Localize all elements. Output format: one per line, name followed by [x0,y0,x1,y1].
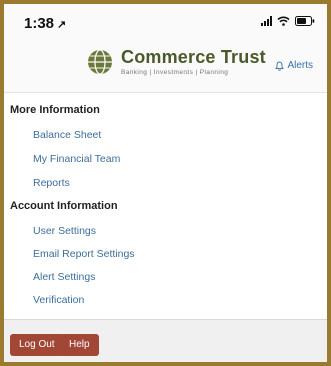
menu-item-reports[interactable]: Reports [33,177,70,189]
menu-panel: More Information Balance Sheet My Financ… [4,92,327,320]
brand-logo[interactable]: Commerce Trust Banking | Investments | P… [87,48,266,76]
location-arrow-icon: ↗ [57,19,67,31]
time-text: 1:38 [24,15,55,32]
battery-icon [295,16,315,26]
section-title-account-information: Account Information [10,200,118,212]
alerts-button[interactable]: Alerts [275,60,313,71]
alerts-label: Alerts [287,60,313,71]
menu-item-balance-sheet[interactable]: Balance Sheet [33,129,101,141]
section-title-more-information: More Information [10,104,100,116]
menu-item-user-settings[interactable]: User Settings [33,225,96,237]
help-button[interactable]: Help [60,334,99,356]
status-time: 1:38 ↗ [24,15,66,32]
logout-button[interactable]: Log Out [10,334,64,356]
menu-item-email-report-settings[interactable]: Email Report Settings [33,248,135,260]
app-header: Commerce Trust Banking | Investments | P… [4,38,327,90]
phone-screen: 1:38 ↗ Commerce Trust Banking | Investme… [0,0,331,366]
brand-text: Commerce Trust Banking | Investments | P… [121,47,266,77]
globe-logo-icon [88,49,112,75]
status-icons [261,16,315,26]
menu-item-my-financial-team[interactable]: My Financial Team [33,153,120,165]
bell-icon [275,61,285,71]
brand-name: Commerce Trust [121,47,266,67]
footer-bar: Log Out Help [4,319,327,362]
signal-icon [261,16,272,26]
status-bar: 1:38 ↗ [4,4,327,38]
menu-item-alert-settings[interactable]: Alert Settings [33,271,95,283]
brand-tagline: Banking | Investments | Planning [121,69,229,76]
wifi-icon [277,16,290,26]
menu-item-verification[interactable]: Verification [33,294,84,306]
